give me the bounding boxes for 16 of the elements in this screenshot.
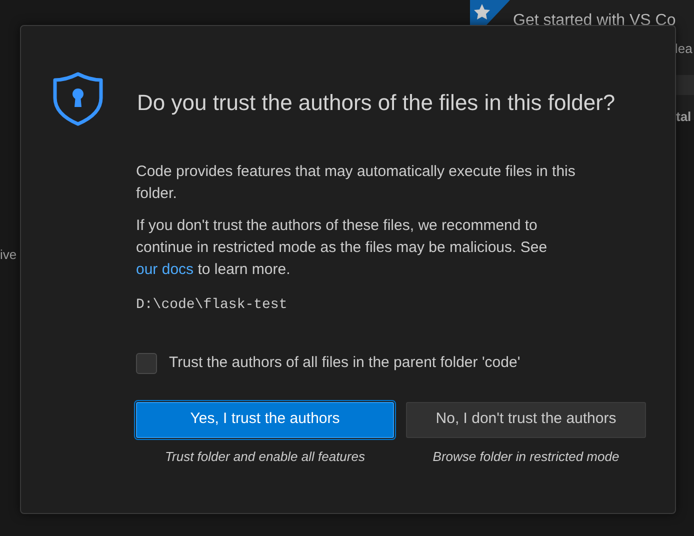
dialog-title: Do you trust the authors of the files in this folder? <box>137 90 616 116</box>
checkbox-label: Trust the authors of all files in the parent folder 'code' <box>169 353 520 373</box>
text-fragment: lea <box>675 40 692 58</box>
folder-path: D:\code\flask-test <box>136 296 288 315</box>
checkbox[interactable] <box>136 352 157 374</box>
text-fragment: ive <box>0 246 17 264</box>
button-caption: Browse folder in restricted mode <box>432 448 620 466</box>
dialog-text: If you don't trust the authors of these files, we recommend to continue in restricted mode as the files may be malicious. See our docs to learn more. <box>136 216 548 280</box>
dialog-text: Code provides features that may automatically execute files in this folder. <box>136 162 576 204</box>
docs-link[interactable]: our docs <box>136 261 194 278</box>
shield-lock-icon <box>52 72 104 126</box>
trust-button[interactable]: Yes, I trust the authors <box>136 402 394 438</box>
text-fragment: tal <box>676 108 692 126</box>
welcome-title: Get started with VS Co <box>513 11 676 31</box>
trust-button[interactable]: No, I don't trust the authors <box>406 402 646 438</box>
button-caption: Trust folder and enable all features <box>165 448 365 466</box>
